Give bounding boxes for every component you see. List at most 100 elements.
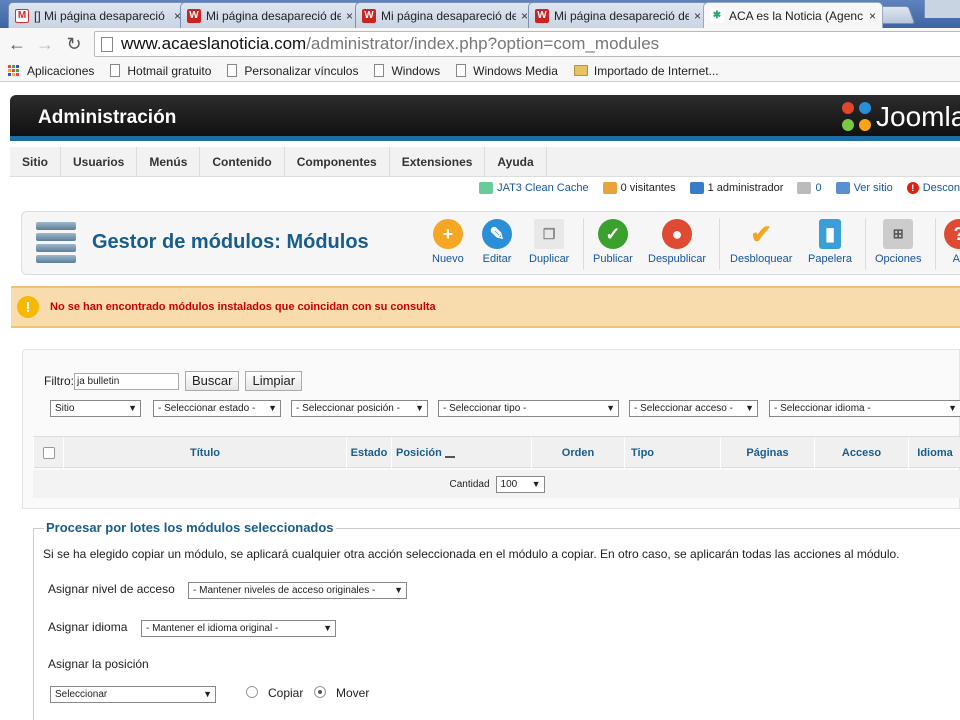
help-label: Ay [952, 253, 960, 265]
duplicate-button[interactable]: ❐ Duplicar [529, 219, 569, 265]
unpublish-icon: ● [662, 219, 693, 249]
menu-item-componentes[interactable]: Componentes [285, 147, 390, 177]
bookmark-imported-folder[interactable]: Importado de Internet... [573, 64, 719, 78]
bookmark-hotmail[interactable]: Hotmail gratuito [110, 64, 211, 78]
access-select[interactable]: - Seleccionar acceso - ▼ [629, 400, 758, 417]
quantity-select[interactable]: 100 ▼ [495, 475, 545, 493]
messages-link[interactable]: 0 [797, 182, 822, 194]
menu-item-sitio[interactable]: Sitio [10, 147, 61, 177]
w-icon: W [362, 8, 376, 23]
joomla-logo-text: Joomla [876, 101, 960, 132]
select-value: - Mantener niveles de acceso originales … [193, 585, 376, 596]
browser-tab-2[interactable]: W Mi página desapareció de × [180, 2, 360, 28]
browser-tab-1[interactable]: M [] Mi página desapareció × [8, 2, 188, 28]
column-title[interactable]: Título [63, 437, 346, 469]
column-state[interactable]: Estado [346, 437, 391, 469]
menu-item-ayuda[interactable]: Ayuda [485, 147, 547, 177]
copy-label: Copiar [268, 686, 304, 700]
options-button[interactable]: ⊞ Opciones [875, 219, 921, 265]
page-icon [374, 64, 385, 77]
copy-radio[interactable] [246, 686, 258, 698]
select-value: Seleccionar [55, 689, 108, 700]
window-controls[interactable] [924, 0, 960, 18]
select-value: - Seleccionar tipo - [443, 403, 527, 414]
menu-item-extensiones[interactable]: Extensiones [390, 147, 486, 177]
close-icon[interactable]: × [521, 9, 528, 23]
address-bar[interactable]: www.acaeslanoticia.com /administrator/in… [94, 31, 960, 57]
menu-item-contenido[interactable]: Contenido [200, 147, 285, 177]
tab-title: Mi página desapareció de [554, 8, 689, 23]
select-value: - Seleccionar acceso - [634, 403, 733, 414]
help-button[interactable]: ? Ay [944, 219, 960, 265]
reload-icon[interactable]: ↻ [63, 33, 85, 55]
language-select[interactable]: - Seleccionar idioma - ▼ [769, 400, 960, 417]
column-order[interactable]: Orden [531, 437, 624, 469]
close-icon[interactable]: × [694, 9, 701, 23]
type-select[interactable]: - Seleccionar tipo - ▼ [438, 400, 619, 417]
view-site-link[interactable]: Ver sitio [835, 182, 893, 194]
back-arrow-icon[interactable]: ← [6, 33, 28, 55]
browser-tab-5[interactable]: ✱ ACA es la Noticia (Agenc × [703, 2, 883, 28]
admin-header: Administración Joomla [10, 95, 960, 141]
forward-arrow-icon[interactable]: → [34, 33, 56, 55]
batch-position-select[interactable]: Seleccionar ▼ [50, 686, 216, 703]
browser-tab-4[interactable]: W Mi página desapareció de × [528, 2, 708, 28]
cache-icon [479, 182, 494, 194]
menu-item-menus[interactable]: Menús [137, 147, 201, 177]
dropdown-arrow-icon: ▼ [128, 403, 137, 413]
dropdown-arrow-icon: ▼ [203, 689, 212, 699]
dropdown-arrow-icon: ▼ [606, 403, 615, 413]
dropdown-arrow-icon: ▼ [394, 585, 403, 595]
trash-button[interactable]: ▮ Papelera [808, 219, 852, 265]
bookmark-personalizar[interactable]: Personalizar vínculos [227, 64, 358, 78]
unpublish-button[interactable]: ● Despublicar [648, 219, 706, 265]
site-select[interactable]: Sitio ▼ [50, 400, 141, 417]
select-all-cell [33, 437, 63, 469]
publish-button[interactable]: ✓ Publicar [593, 219, 633, 265]
position-select[interactable]: - Seleccionar posición - ▼ [291, 400, 428, 417]
toolbar-divider [935, 218, 936, 270]
select-value: - Seleccionar idioma - [774, 403, 871, 414]
clean-cache-link[interactable]: JAT3 Clean Cache [479, 182, 589, 194]
search-button[interactable]: Buscar [185, 371, 240, 391]
column-type[interactable]: Tipo [624, 437, 720, 469]
close-icon[interactable]: × [346, 9, 353, 23]
admin-statusbar: JAT3 Clean Cache 0 visitantes 1 administ… [10, 177, 960, 199]
alert-text: No se han encontrado módulos instalados … [50, 301, 436, 313]
batch-language-select[interactable]: - Mantener el idioma original - ▼ [141, 620, 336, 637]
clear-button[interactable]: Limpiar [245, 371, 303, 391]
admins-label: 1 administrador [707, 182, 784, 194]
menu-item-usuarios[interactable]: Usuarios [61, 147, 138, 177]
bookmark-windows[interactable]: Windows [374, 64, 440, 78]
new-button[interactable]: + Nuevo [432, 219, 464, 265]
admin-page: Administración Joomla Sitio Usuarios Men… [0, 83, 960, 720]
browser-tab-3[interactable]: W Mi página desapareció de × [355, 2, 535, 28]
language-label: Asignar idioma [48, 620, 128, 634]
batch-access-select[interactable]: - Mantener niveles de acceso originales … [188, 582, 407, 599]
state-select[interactable]: - Seleccionar estado - ▼ [153, 400, 281, 417]
edit-button[interactable]: ✎ Editar [482, 219, 512, 265]
position-label: Asignar la posición [48, 657, 149, 671]
bookmark-label: Personalizar vínculos [244, 63, 359, 78]
visitors-status: 0 visitantes [602, 182, 676, 194]
logout-link[interactable]: ! Descon [906, 182, 960, 194]
move-radio[interactable] [314, 686, 326, 698]
edit-label: Editar [482, 253, 512, 265]
close-icon[interactable]: × [869, 9, 876, 23]
bookmark-apps[interactable]: Aplicaciones [8, 64, 94, 78]
joomla-icon: ✱ [710, 8, 724, 23]
w-icon: W [187, 8, 201, 23]
column-access[interactable]: Acceso [814, 437, 908, 469]
column-language[interactable]: Idioma [908, 437, 960, 469]
duplicate-label: Duplicar [529, 253, 570, 265]
bookmark-windows-media[interactable]: Windows Media [456, 64, 558, 78]
unlock-button[interactable]: ✔ Desbloquear [730, 219, 792, 266]
select-all-checkbox[interactable] [42, 447, 55, 459]
column-position[interactable]: Posición [391, 437, 531, 469]
column-pages[interactable]: Páginas [720, 437, 814, 469]
batch-legend: Procesar por lotes los módulos seleccion… [44, 520, 336, 535]
module-toolbar: Gestor de módulos: Módulos + Nuevo ✎ Edi… [21, 211, 960, 275]
filter-search-input[interactable]: ja bulletin [74, 372, 179, 390]
help-icon: ? [944, 219, 960, 249]
modules-panel: Filtro: ja bulletin Buscar Limpiar Sitio… [22, 349, 960, 509]
